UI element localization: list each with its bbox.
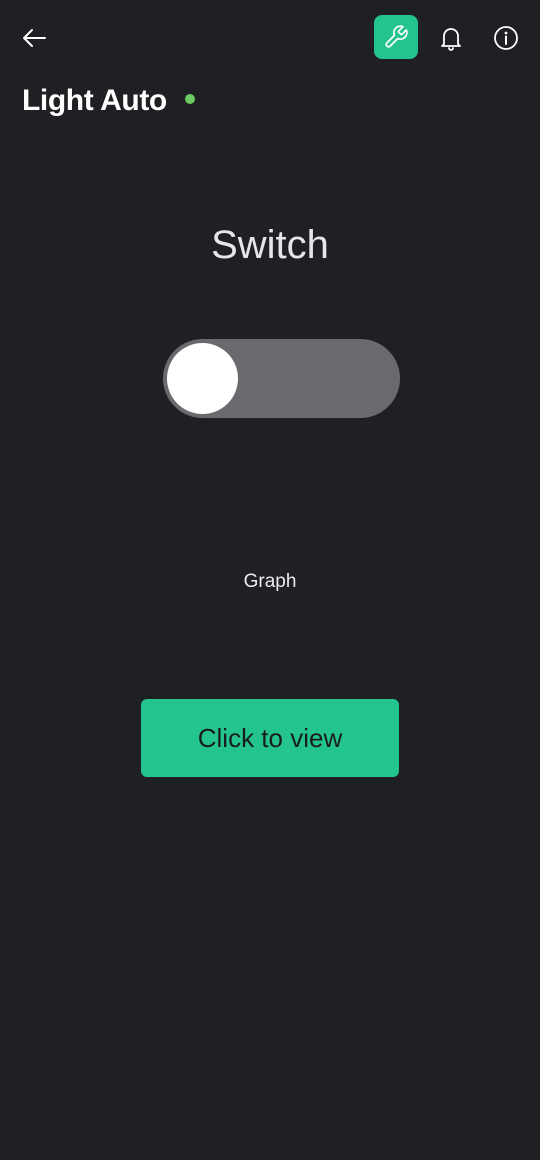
- info-button[interactable]: [485, 17, 527, 59]
- switch-toggle[interactable]: [163, 339, 400, 418]
- switch-toggle-knob: [167, 343, 238, 414]
- graph-widget-label: Graph: [243, 571, 297, 592]
- wrench-icon: [385, 25, 408, 48]
- online-status-dot: [184, 94, 195, 104]
- notifications-button[interactable]: [430, 17, 472, 59]
- settings-button[interactable]: [374, 15, 418, 59]
- back-button[interactable]: [14, 18, 54, 58]
- bell-icon: [441, 28, 461, 51]
- info-icon: [494, 26, 518, 50]
- arrow-left-icon: [23, 29, 46, 47]
- switch-widget-label: Switch: [211, 223, 329, 267]
- view-graph-button[interactable]: Click to view: [141, 699, 399, 777]
- title-row: Light Auto: [22, 80, 195, 122]
- top-bar: [0, 0, 540, 76]
- device-title: Light Auto: [22, 84, 167, 117]
